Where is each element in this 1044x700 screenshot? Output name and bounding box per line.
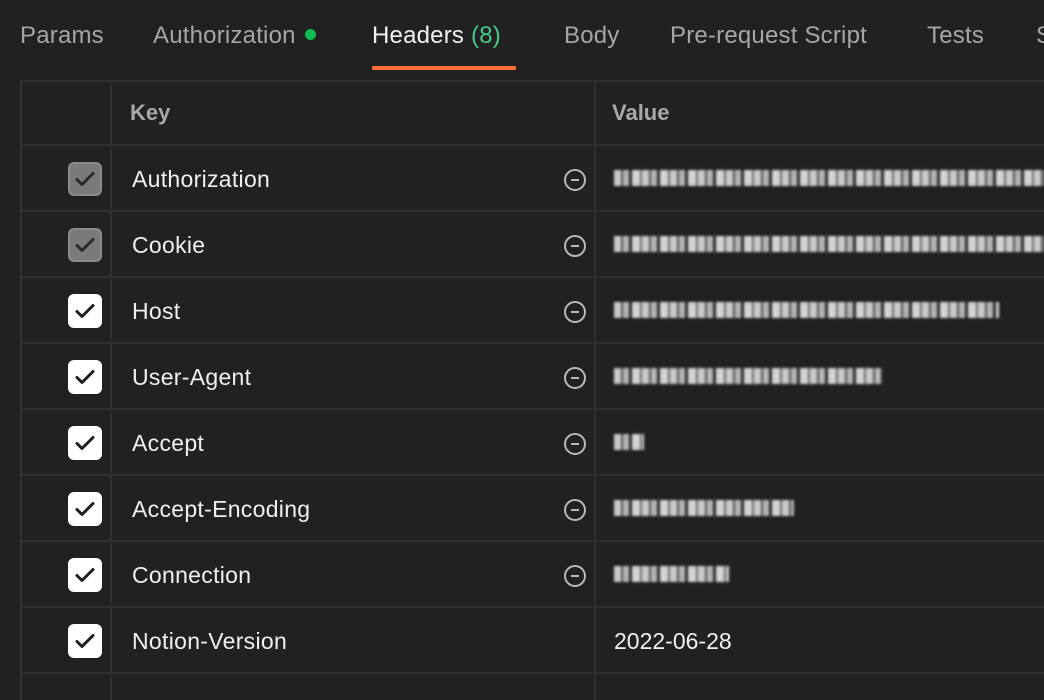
tab-pre-request-script-label: Pre-request Script (670, 22, 868, 49)
row-checkbox[interactable] (68, 492, 102, 526)
tab-tests-label: Tests (927, 22, 985, 49)
info-icon[interactable] (562, 299, 588, 325)
header-key[interactable]: Authorization (132, 166, 270, 193)
active-tab-indicator (372, 66, 516, 70)
headers-table: Key Value Authorization Cookie Host User… (20, 80, 1044, 700)
header-key[interactable]: User-Agent (132, 364, 251, 391)
redacted-value[interactable] (614, 368, 884, 384)
table-row: Connection (22, 542, 1044, 608)
table-row: Authorization (22, 146, 1044, 212)
table-row: Accept-Encoding (22, 476, 1044, 542)
row-checkbox[interactable] (68, 360, 102, 394)
header-key[interactable]: Notion-Version (132, 628, 287, 655)
info-icon[interactable] (562, 431, 588, 457)
request-tabs: Params Authorization Headers (8) Body Pr… (0, 0, 1044, 80)
info-icon[interactable] (562, 563, 588, 589)
redacted-value[interactable] (614, 302, 999, 318)
divider (22, 80, 1044, 82)
info-icon[interactable] (562, 167, 588, 193)
key-column-header: Key (130, 100, 171, 125)
redacted-value[interactable] (614, 434, 644, 450)
header-key[interactable]: Accept-Encoding (132, 496, 310, 523)
info-icon[interactable] (562, 497, 588, 523)
table-row: User-Agent (22, 344, 1044, 410)
info-icon[interactable] (562, 233, 588, 259)
tab-tests[interactable]: Tests (927, 22, 984, 50)
header-key[interactable]: Accept (132, 430, 204, 457)
table-row: Cookie (22, 212, 1044, 278)
header-value[interactable]: 2022-06-28 (614, 628, 732, 655)
checkmark-icon (75, 172, 95, 186)
status-dot-icon (304, 29, 316, 41)
redacted-value[interactable] (614, 500, 794, 516)
redacted-value[interactable] (614, 566, 729, 582)
tab-params[interactable]: Params (20, 22, 104, 50)
row-checkbox[interactable] (68, 426, 102, 460)
redacted-value[interactable] (614, 236, 1044, 252)
checkmark-icon (75, 502, 95, 516)
tab-authorization[interactable]: Authorization (153, 22, 316, 50)
info-icon[interactable] (562, 365, 588, 391)
row-checkbox[interactable] (68, 228, 102, 262)
checkmark-icon (75, 370, 95, 384)
value-column-header: Value (612, 100, 670, 125)
checkmark-icon (75, 304, 95, 318)
checkmark-icon (75, 634, 95, 648)
table-row: Notion-Version 2022-06-28 (22, 608, 1044, 674)
headers-count-badge: (8) (471, 22, 501, 49)
tab-authorization-label: Authorization (153, 22, 296, 49)
tab-settings-label: S (1036, 22, 1044, 49)
tab-headers[interactable]: Headers (8) (372, 22, 501, 50)
tab-body[interactable]: Body (564, 22, 620, 50)
row-checkbox[interactable] (68, 294, 102, 328)
checkmark-icon (75, 238, 95, 252)
row-checkbox[interactable] (68, 624, 102, 658)
checkmark-icon (75, 436, 95, 450)
tab-headers-label: Headers (372, 22, 465, 49)
header-key[interactable]: Host (132, 298, 181, 325)
tab-settings[interactable]: S (1036, 22, 1044, 50)
row-checkbox[interactable] (68, 558, 102, 592)
checkmark-icon (75, 568, 95, 582)
tab-pre-request-script[interactable]: Pre-request Script (670, 22, 867, 50)
header-key[interactable]: Connection (132, 562, 251, 589)
table-row: Host (22, 278, 1044, 344)
tab-body-label: Body (564, 22, 620, 49)
tab-params-label: Params (20, 22, 104, 49)
table-row: Accept (22, 410, 1044, 476)
redacted-value[interactable] (614, 170, 1044, 186)
header-key[interactable]: Cookie (132, 232, 205, 259)
row-checkbox[interactable] (68, 162, 102, 196)
